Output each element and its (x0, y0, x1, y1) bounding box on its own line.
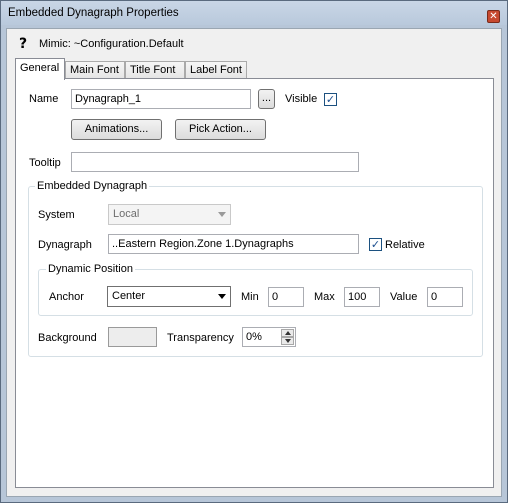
spin-down-icon[interactable] (281, 337, 294, 345)
relative-label: Relative (385, 239, 425, 251)
relative-checkbox[interactable]: ✓ (369, 238, 382, 251)
visible-label: Visible (285, 93, 318, 105)
dynagraph-label: Dynagraph (38, 239, 92, 251)
close-icon[interactable]: ✕ (487, 10, 500, 23)
dynamic-position-group-title: Dynamic Position (46, 263, 135, 275)
browse-name-button[interactable]: ... (258, 89, 275, 109)
anchor-label: Anchor (49, 291, 84, 303)
tab-general[interactable]: General (15, 58, 65, 80)
chevron-down-icon (218, 212, 226, 217)
tooltip-label: Tooltip (29, 157, 61, 169)
properties-window: Embedded Dynagraph Properties ✕ ? Mimic:… (0, 0, 508, 503)
dynamic-position-group: Dynamic Position Anchor Center Min 0 Max… (38, 263, 473, 316)
name-label: Name (29, 93, 59, 105)
tab-title-font[interactable]: Title Font (125, 61, 185, 79)
dialog-client-area: ? Mimic: ~Configuration.Default General … (6, 28, 502, 497)
anchor-select-value: Center (112, 290, 146, 302)
visible-checkbox[interactable]: ✓ (324, 93, 337, 106)
background-color-swatch[interactable] (108, 327, 157, 347)
question-icon[interactable]: ? (19, 36, 27, 52)
value-label: Value (390, 291, 418, 303)
title-bar[interactable]: Embedded Dynagraph Properties ✕ (1, 1, 507, 25)
spin-up-icon[interactable] (281, 329, 294, 337)
system-select: Local (108, 204, 231, 225)
general-tab-panel: Name Dynagraph_1 ... Visible ✓ Animation… (15, 78, 494, 488)
dynagraph-input[interactable]: ..Eastern Region.Zone 1.Dynagraphs (108, 234, 359, 254)
embedded-dynagraph-group: Embedded Dynagraph System Local Dynagrap… (28, 180, 483, 357)
system-label: System (38, 209, 75, 221)
mimic-path-label: Mimic: ~Configuration.Default (39, 38, 184, 50)
max-input[interactable]: 100 (344, 287, 380, 307)
tooltip-input[interactable] (71, 152, 359, 172)
anchor-select[interactable]: Center (107, 286, 231, 307)
chevron-down-icon (218, 294, 226, 299)
transparency-label: Transparency (167, 332, 234, 344)
transparency-value: 0% (246, 331, 262, 343)
window-title: Embedded Dynagraph Properties (8, 7, 179, 19)
tab-label-font[interactable]: Label Font (185, 61, 247, 79)
system-select-value: Local (113, 208, 140, 220)
name-input[interactable]: Dynagraph_1 (71, 89, 251, 109)
max-label: Max (314, 291, 335, 303)
background-label: Background (38, 332, 97, 344)
embedded-dynagraph-group-title: Embedded Dynagraph (35, 180, 150, 192)
min-label: Min (241, 291, 259, 303)
pick-action-button[interactable]: Pick Action... (175, 119, 266, 140)
value-input[interactable]: 0 (427, 287, 463, 307)
animations-button[interactable]: Animations... (71, 119, 162, 140)
min-input[interactable]: 0 (268, 287, 304, 307)
tab-main-font[interactable]: Main Font (65, 61, 125, 79)
transparency-stepper[interactable]: 0% (242, 327, 296, 347)
